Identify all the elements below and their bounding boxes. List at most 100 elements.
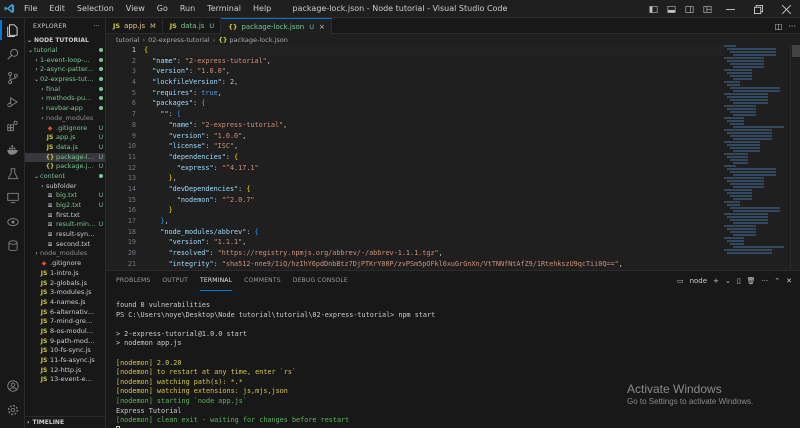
scrollbar-thumb[interactable]	[792, 45, 800, 57]
minimize-icon[interactable]	[716, 0, 744, 18]
panel-tab-terminal[interactable]: TERMINAL	[200, 271, 233, 291]
tree-folder-item[interactable]: › navbar-app	[25, 104, 105, 114]
tab-data-js[interactable]: JS data.js U	[163, 18, 222, 34]
code-line: "node_modules/abbrev": {	[144, 227, 724, 238]
tree-folder-item[interactable]: › 1-event-loop-...	[25, 56, 105, 66]
git-file-icon: ◆	[41, 260, 47, 268]
tree-file-item[interactable]: JS 11-fs-async.js	[25, 356, 105, 366]
tree-folder-item[interactable]: › node_modules	[25, 114, 105, 124]
tree-file-item[interactable]: ≡result-sync.txt	[25, 230, 105, 240]
terminal-shell-name[interactable]: node	[690, 277, 707, 285]
menu-selection[interactable]: Selection	[71, 0, 120, 18]
tree-folder-item[interactable]: › final	[25, 85, 105, 95]
minimap-line	[727, 72, 752, 74]
menu-go[interactable]: Go	[151, 0, 174, 18]
tree-file-item[interactable]: JS 10-fs-sync.js	[25, 346, 105, 356]
menu-edit[interactable]: Edit	[43, 0, 71, 18]
testing-icon[interactable]	[0, 162, 25, 186]
panel-tab-problems[interactable]: PROBLEMS	[116, 271, 150, 291]
explorer-icon[interactable]	[0, 18, 25, 42]
tree-file-item[interactable]: JS data.js U	[25, 143, 105, 153]
panel-tab-debug-console[interactable]: DEBUG CONSOLE	[293, 271, 348, 291]
code-line: "version": "1.0.0",	[144, 66, 724, 77]
new-terminal-icon[interactable]: +	[713, 277, 719, 285]
split-editor-icon[interactable]: ◫	[775, 22, 783, 31]
menu-run[interactable]: Run	[174, 0, 201, 18]
more-actions-icon[interactable]: ···	[788, 22, 796, 31]
source-control-icon[interactable]	[0, 66, 25, 90]
code-token: :	[205, 142, 214, 151]
tree-file-item[interactable]: ≡result-mind-g...U	[25, 220, 105, 230]
launch-profile-chevron-icon[interactable]: ⌄	[725, 277, 731, 285]
run-debug-icon[interactable]	[0, 90, 25, 114]
more-actions-icon[interactable]: ···	[762, 277, 769, 285]
tree-folder-item[interactable]: › node_modules	[25, 249, 105, 259]
editor-scrollbar[interactable]	[790, 45, 800, 270]
tree-file-item[interactable]: JS8-os-modules.js	[25, 327, 105, 337]
explorer-more-actions-icon[interactable]: ···	[93, 23, 100, 30]
panel-tab-comments[interactable]: COMMENTS	[244, 271, 281, 291]
extensions-icon[interactable]	[0, 114, 25, 138]
database-icon[interactable]	[0, 234, 25, 258]
tab-package-lock-json[interactable]: {} package-lock.json U ×	[221, 18, 332, 34]
tree-file-item[interactable]: JS 12-http.js	[25, 366, 105, 376]
terminal-output[interactable]: found 0 vulnerabilities PS C:\Users\noye\…	[116, 301, 786, 428]
split-terminal-icon[interactable]: ▯	[737, 277, 741, 285]
maximize-panel-icon[interactable]: ⌃	[774, 277, 780, 285]
tree-file-item[interactable]: JS 13-event-emi...	[25, 375, 105, 385]
close-panel-icon[interactable]: ✕	[786, 277, 792, 285]
menu-terminal[interactable]: Terminal	[201, 0, 247, 18]
tree-file-item[interactable]: {}package-lock...U	[25, 152, 105, 163]
tree-folder-item[interactable]: › methods-pu...	[25, 94, 105, 104]
kill-terminal-icon[interactable]: 🗑	[747, 277, 756, 285]
tree-file-item[interactable]: ≡ second.txt	[25, 240, 105, 250]
live-share-icon[interactable]	[0, 210, 25, 234]
breadcrumb-item[interactable]: package-lock.json	[230, 36, 288, 44]
tree-folder-item[interactable]: ⌄ tutorial	[25, 46, 105, 56]
close-tab-icon[interactable]: ×	[319, 23, 325, 31]
manage-gear-icon[interactable]	[0, 398, 25, 422]
timeline-section-header[interactable]: › TIMELINE	[25, 416, 105, 428]
tree-file-item[interactable]: JS 4-names.js	[25, 298, 105, 308]
toggle-secondary-sidebar-icon[interactable]	[680, 0, 698, 18]
tree-file-item[interactable]: JS 6-alternative.js	[25, 308, 105, 318]
tree-file-item[interactable]: ◆ .gitignore	[25, 259, 105, 269]
tree-folder-item[interactable]: ⌄ content	[25, 172, 105, 182]
tree-file-item[interactable]: JS 2-globals.js	[25, 279, 105, 289]
close-window-icon[interactable]	[772, 0, 800, 18]
tree-file-item[interactable]: JS9-path-module.js	[25, 337, 105, 347]
tree-file-item[interactable]: JS 3-modules.js	[25, 288, 105, 298]
restore-icon[interactable]	[744, 0, 772, 18]
tree-file-item[interactable]: ◆ .gitignore U	[25, 124, 105, 134]
minimap-line	[724, 117, 744, 119]
tree-file-item[interactable]: ≡ big.txt U	[25, 191, 105, 201]
tree-folder-item[interactable]: ⌄ 02-express-tut...	[25, 75, 105, 85]
menu-view[interactable]: View	[120, 0, 151, 18]
customize-layout-icon[interactable]	[698, 0, 716, 18]
workspace-section-header[interactable]: ⌄ NODE TUTORIAL	[25, 34, 105, 46]
tree-folder-item[interactable]: › subfolder	[25, 182, 105, 192]
tree-file-item[interactable]: {} package.json U	[25, 162, 105, 172]
tree-folder-item[interactable]: › 2-async-patter...	[25, 65, 105, 75]
menu-help[interactable]: Help	[247, 0, 277, 18]
tree-file-item[interactable]: JS app.js U	[25, 133, 105, 143]
menu-file[interactable]: File	[18, 0, 43, 18]
docker-icon[interactable]	[0, 138, 25, 162]
breadcrumb-item[interactable]: tutorial	[116, 36, 139, 44]
code-content[interactable]: { "name": "2-express-tutorial", "version…	[144, 45, 724, 270]
remote-explorer-icon[interactable]	[0, 186, 25, 210]
code-token: ,	[217, 88, 222, 97]
tree-file-item[interactable]: JS 1-intro.js	[25, 269, 105, 279]
code-editor[interactable]: 123456789101112131415161718192021222324 …	[106, 45, 800, 270]
breadcrumb-item[interactable]: 02-express-tutorial	[148, 36, 210, 44]
minimap[interactable]	[724, 45, 788, 270]
tree-file-item[interactable]: ≡ big2.txt U	[25, 201, 105, 211]
toggle-panel-icon[interactable]	[662, 0, 680, 18]
tree-file-item[interactable]: ≡ first.txt	[25, 211, 105, 221]
tab-app-js[interactable]: JS app.js M	[106, 18, 163, 34]
search-icon[interactable]	[0, 42, 25, 66]
toggle-primary-sidebar-icon[interactable]	[644, 0, 662, 18]
panel-tab-output[interactable]: OUTPUT	[162, 271, 188, 291]
tree-file-item[interactable]: JS7-mind-grenede.js	[25, 317, 105, 327]
accounts-icon[interactable]	[0, 374, 25, 398]
